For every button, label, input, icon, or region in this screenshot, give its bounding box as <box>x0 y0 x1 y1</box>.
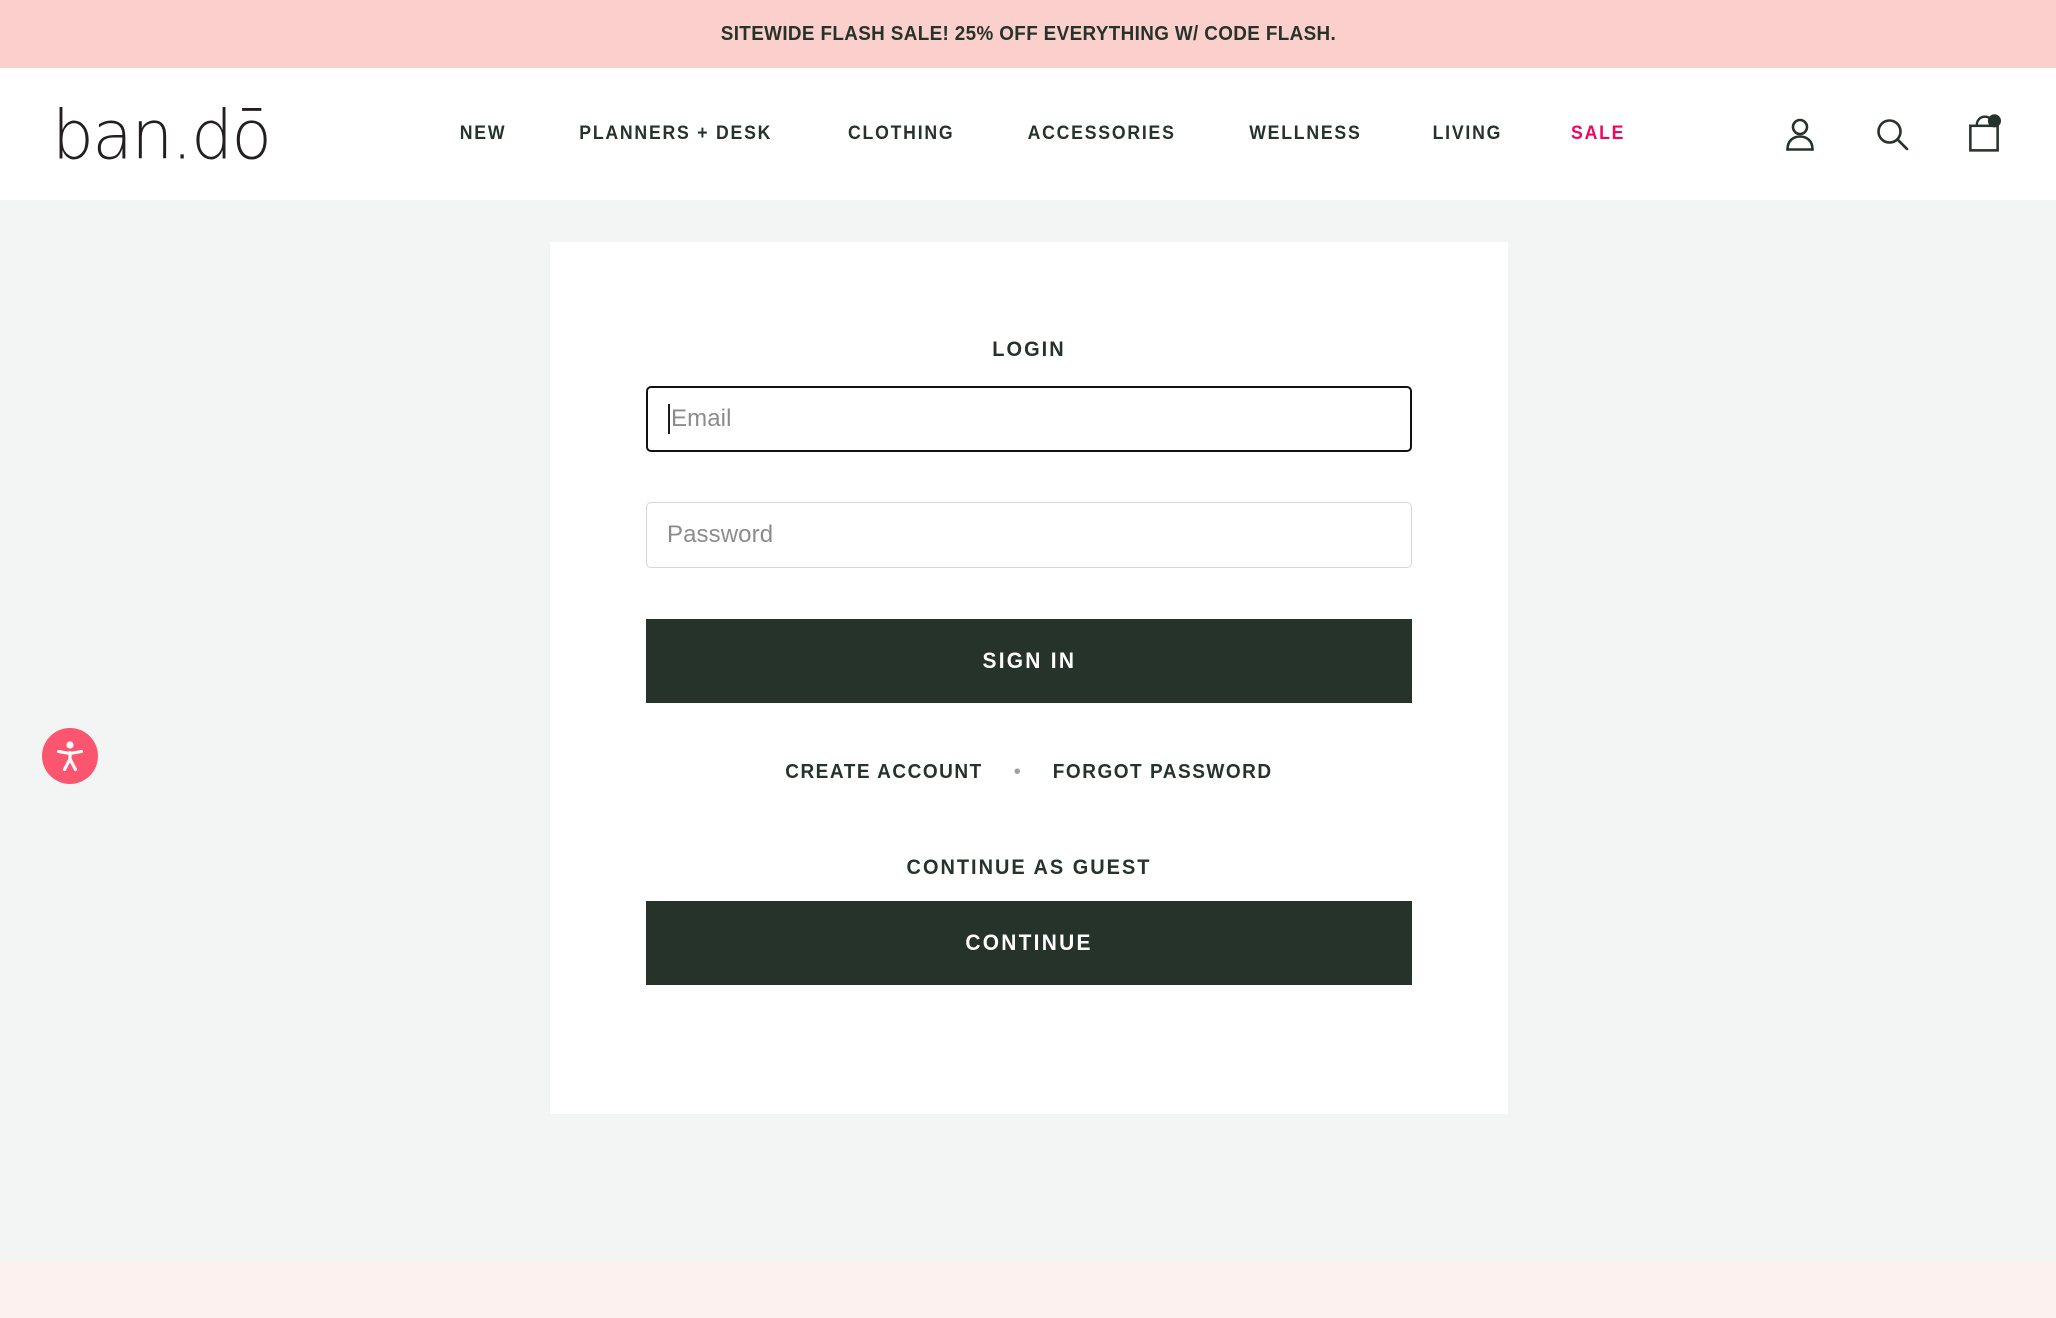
page-title: LOGIN <box>992 338 1066 361</box>
promo-banner-text: SITEWIDE FLASH SALE! 25% OFF EVERYTHING … <box>720 22 1336 45</box>
cart-icon[interactable] <box>1964 112 2004 156</box>
site-logo[interactable]: ban.dō <box>52 68 307 200</box>
site-logo-text: ban.dō <box>52 96 272 175</box>
nav-item-sale[interactable]: SALE <box>1541 123 1655 145</box>
header-icon-group <box>1750 112 2004 156</box>
page-body: LOGIN Email Password SIGN IN CREATE ACCO… <box>0 200 2056 1262</box>
continue-button-label: CONTINUE <box>965 930 1093 955</box>
create-account-link[interactable]: CREATE ACCOUNT <box>785 761 983 784</box>
accessibility-icon <box>56 741 84 772</box>
password-field-placeholder: Password <box>667 521 774 548</box>
nav-item-wellness[interactable]: WELLNESS <box>1220 123 1392 145</box>
site-header: ban.dō NEW PLANNERS + DESK CLOTHING ACCE… <box>0 68 2056 200</box>
footer-strip <box>0 1262 2056 1318</box>
email-field-placeholder: Email <box>671 405 732 432</box>
sign-in-button[interactable]: SIGN IN <box>646 619 1412 703</box>
guest-section-title: CONTINUE AS GUEST <box>906 856 1152 879</box>
auxiliary-links: CREATE ACCOUNT • FORGOT PASSWORD <box>646 761 1412 784</box>
password-field[interactable]: Password <box>646 502 1412 568</box>
nav-item-planners-desk[interactable]: PLANNERS + DESK <box>550 123 802 145</box>
login-card: LOGIN Email Password SIGN IN CREATE ACCO… <box>550 242 1508 1114</box>
nav-item-clothing[interactable]: CLOTHING <box>818 123 984 145</box>
nav-item-accessories[interactable]: ACCESSORIES <box>998 123 1206 145</box>
account-icon[interactable] <box>1780 112 1820 156</box>
nav-item-new[interactable]: NEW <box>430 123 536 145</box>
forgot-password-link[interactable]: FORGOT PASSWORD <box>1053 761 1273 784</box>
nav-item-living[interactable]: LIVING <box>1403 123 1532 145</box>
search-icon[interactable] <box>1872 112 1912 156</box>
link-separator: • <box>1013 760 1021 783</box>
cart-badge-dot <box>1987 114 2001 128</box>
text-caret <box>668 404 670 434</box>
promo-banner: SITEWIDE FLASH SALE! 25% OFF EVERYTHING … <box>0 0 2056 68</box>
continue-as-guest-button[interactable]: CONTINUE <box>646 901 1412 985</box>
main-navigation: NEW PLANNERS + DESK CLOTHING ACCESSORIES… <box>307 123 1750 145</box>
accessibility-widget-button[interactable] <box>42 728 98 784</box>
email-field[interactable]: Email <box>646 386 1412 452</box>
sign-in-button-label: SIGN IN <box>982 648 1076 673</box>
